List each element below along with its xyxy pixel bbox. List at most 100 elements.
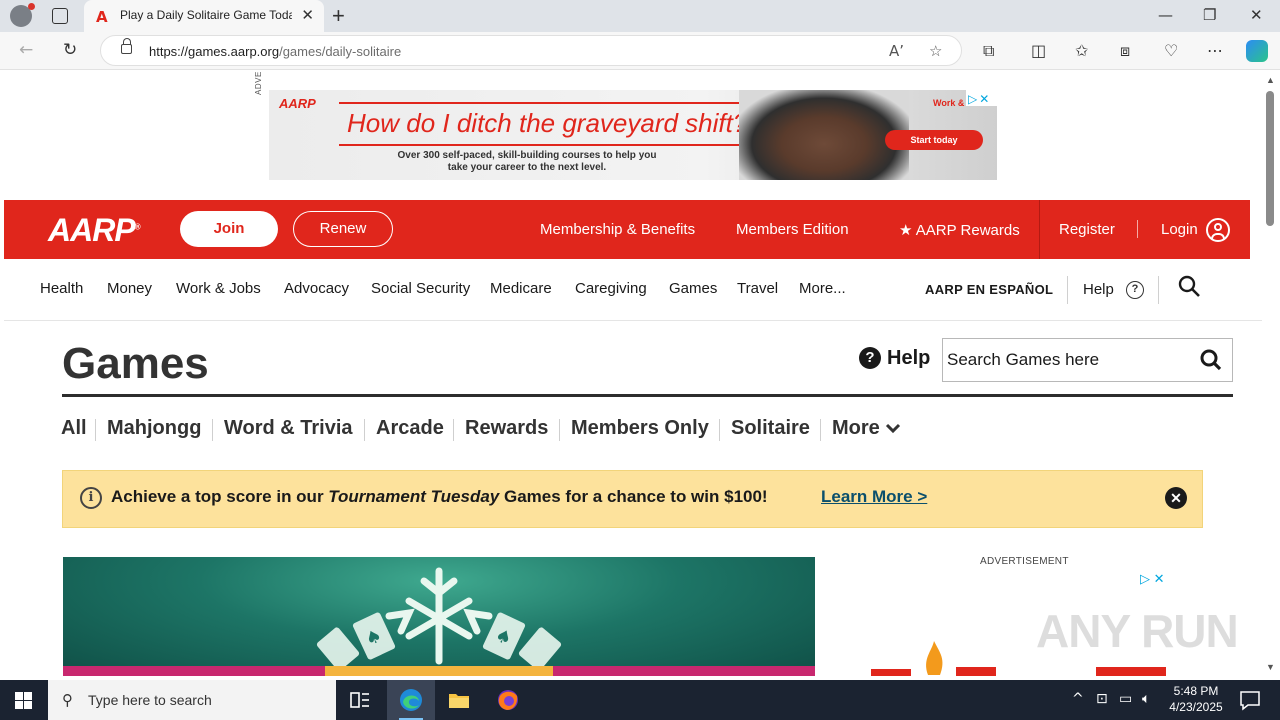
header-edge: [1250, 200, 1262, 259]
ad-close-icon[interactable]: ✕: [979, 92, 989, 106]
nav-advocacy[interactable]: Advocacy: [284, 280, 349, 297]
category-members-only[interactable]: Members Only: [571, 417, 709, 440]
firefox-icon[interactable]: [496, 688, 520, 712]
split-screen-icon[interactable]: ◫: [1031, 41, 1046, 60]
aarp-logo[interactable]: AARP®: [48, 212, 141, 249]
read-aloud-icon[interactable]: Aʼ: [889, 42, 904, 60]
aarp-logo-text: AARP: [48, 212, 136, 248]
category-divider: [559, 419, 560, 441]
browser-essentials-icon[interactable]: ♡: [1164, 41, 1178, 60]
game-card-daily-solitaire[interactable]: ♠ ♠: [63, 557, 815, 676]
taskbar-search[interactable]: ⚲ Type here to search: [48, 680, 336, 720]
tab-actions-icon[interactable]: [52, 8, 68, 24]
nav-travel[interactable]: Travel: [737, 280, 778, 297]
games-search-icon[interactable]: [1200, 349, 1222, 371]
scrollbar-thumb[interactable]: [1266, 91, 1274, 226]
taskbar-clock[interactable]: 5:48 PM 4/23/2025: [1166, 683, 1226, 715]
close-notice-icon[interactable]: ✕: [1165, 487, 1187, 509]
category-word-trivia[interactable]: Word & Trivia: [224, 417, 353, 440]
ad-cta-button[interactable]: Start today: [885, 130, 983, 150]
nav-divider: [1158, 276, 1159, 304]
membership-benefits-link[interactable]: Membership & Benefits: [540, 221, 695, 238]
windows-start-icon[interactable]: [15, 692, 32, 709]
category-solitaire[interactable]: Solitaire: [731, 417, 810, 440]
more-menu-icon[interactable]: ⋯: [1207, 41, 1223, 60]
aarp-rewards-link[interactable]: ★ AARP Rewards: [899, 221, 1020, 239]
favorite-star-icon[interactable]: ☆: [929, 42, 942, 60]
nav-help-link[interactable]: Help: [1083, 281, 1114, 298]
nav-games[interactable]: Games: [669, 280, 717, 297]
title-rule: [62, 394, 1233, 397]
close-window-icon[interactable]: ✕: [1250, 6, 1263, 24]
page-scrollbar[interactable]: ▲ ▼: [1262, 71, 1280, 676]
nav-more[interactable]: More...: [799, 280, 846, 297]
ad-headline: How do I ditch the graveyard shift?: [347, 108, 748, 138]
notifications-icon[interactable]: [1238, 688, 1262, 712]
taskbar-search-placeholder: Type here to search: [88, 692, 212, 708]
ad-choices[interactable]: ▷ ✕: [966, 90, 998, 106]
task-view-icon[interactable]: [348, 688, 372, 712]
header-divider: [1039, 200, 1040, 259]
nav-medicare[interactable]: Medicare: [490, 280, 552, 297]
notice-text: Achieve a top score in our Tournament Tu…: [111, 487, 768, 507]
refresh-icon[interactable]: ↻: [63, 40, 77, 60]
extensions-icon[interactable]: ⧉: [983, 41, 994, 61]
network-icon[interactable]: ▭: [1119, 691, 1132, 707]
category-rewards[interactable]: Rewards: [465, 417, 548, 440]
copilot-icon[interactable]: [1246, 40, 1268, 62]
url-text[interactable]: https://games.aarp.org/games/daily-solit…: [149, 44, 401, 59]
side-ad-label: ADVERTISEMENT: [980, 556, 1069, 567]
edge-icon: [400, 689, 422, 711]
restore-icon[interactable]: ❐: [1203, 6, 1216, 24]
minimize-icon[interactable]: —: [1158, 6, 1173, 24]
user-account-icon[interactable]: [1206, 218, 1230, 242]
nav-work-jobs[interactable]: Work & Jobs: [176, 280, 261, 297]
category-mahjongg[interactable]: Mahjongg: [107, 417, 201, 440]
category-all[interactable]: All: [61, 417, 87, 440]
tray-device-icon[interactable]: ⊡: [1096, 691, 1108, 707]
ad-choices-icon[interactable]: ▷: [968, 92, 977, 106]
learn-more-link[interactable]: Learn More >: [821, 487, 927, 507]
taskbar-search-icon: ⚲: [62, 691, 73, 709]
join-button[interactable]: Join: [180, 211, 278, 247]
new-tab-icon[interactable]: +: [332, 3, 345, 29]
category-more-label: More: [832, 417, 880, 439]
tab-close-icon[interactable]: ✕: [301, 6, 314, 24]
ad-banner[interactable]: AARP How do I ditch the graveyard shift?…: [269, 90, 997, 180]
volume-icon[interactable]: 🔈︎: [1142, 691, 1150, 707]
page-viewport: ADVERTISEMENT AARP How do I ditch the gr…: [4, 71, 1262, 676]
side-ad-choices-icon[interactable]: ▷ ✕: [1140, 571, 1165, 587]
aarp-espanol-link[interactable]: AARP EN ESPAÑOL: [925, 282, 1053, 297]
help-icon[interactable]: ?: [1126, 281, 1144, 299]
nav-social-security[interactable]: Social Security: [371, 280, 470, 297]
games-search-input[interactable]: [943, 339, 1183, 381]
nav-caregiving[interactable]: Caregiving: [575, 280, 647, 297]
tray-chevron-icon[interactable]: ^: [1072, 691, 1084, 707]
collections-icon[interactable]: ⧈: [1120, 41, 1130, 61]
profile-icon[interactable]: [10, 3, 35, 27]
category-arcade[interactable]: Arcade: [376, 417, 444, 440]
renew-button[interactable]: Renew: [293, 211, 393, 247]
anyrun-watermark: ANY RUN: [1036, 605, 1239, 657]
members-edition-link[interactable]: Members Edition: [736, 221, 849, 238]
category-divider: [212, 419, 213, 441]
file-explorer-icon[interactable]: [447, 688, 471, 712]
register-link[interactable]: Register: [1059, 221, 1115, 238]
nav-money[interactable]: Money: [107, 280, 152, 297]
games-help-link[interactable]: ? Help: [859, 347, 930, 370]
scroll-up-icon[interactable]: ▲: [1266, 75, 1275, 85]
edge-taskbar-button[interactable]: [387, 680, 435, 720]
search-icon[interactable]: [1178, 275, 1200, 297]
login-link[interactable]: Login: [1161, 221, 1198, 238]
notice-text-end: Games for a chance to win $100!: [499, 487, 768, 506]
category-more[interactable]: More: [832, 417, 901, 440]
favorites-icon[interactable]: ✩: [1075, 41, 1088, 60]
browser-tab[interactable]: A Play a Daily Solitaire Game Today ✕: [84, 0, 324, 32]
address-bar[interactable]: https://games.aarp.org/games/daily-solit…: [100, 35, 962, 66]
back-icon[interactable]: ←: [19, 40, 33, 60]
star-icon: ★: [899, 222, 913, 239]
lock-icon[interactable]: [121, 38, 132, 54]
info-icon: i: [80, 487, 102, 509]
scroll-down-icon[interactable]: ▼: [1266, 662, 1275, 672]
nav-health[interactable]: Health: [40, 280, 83, 297]
